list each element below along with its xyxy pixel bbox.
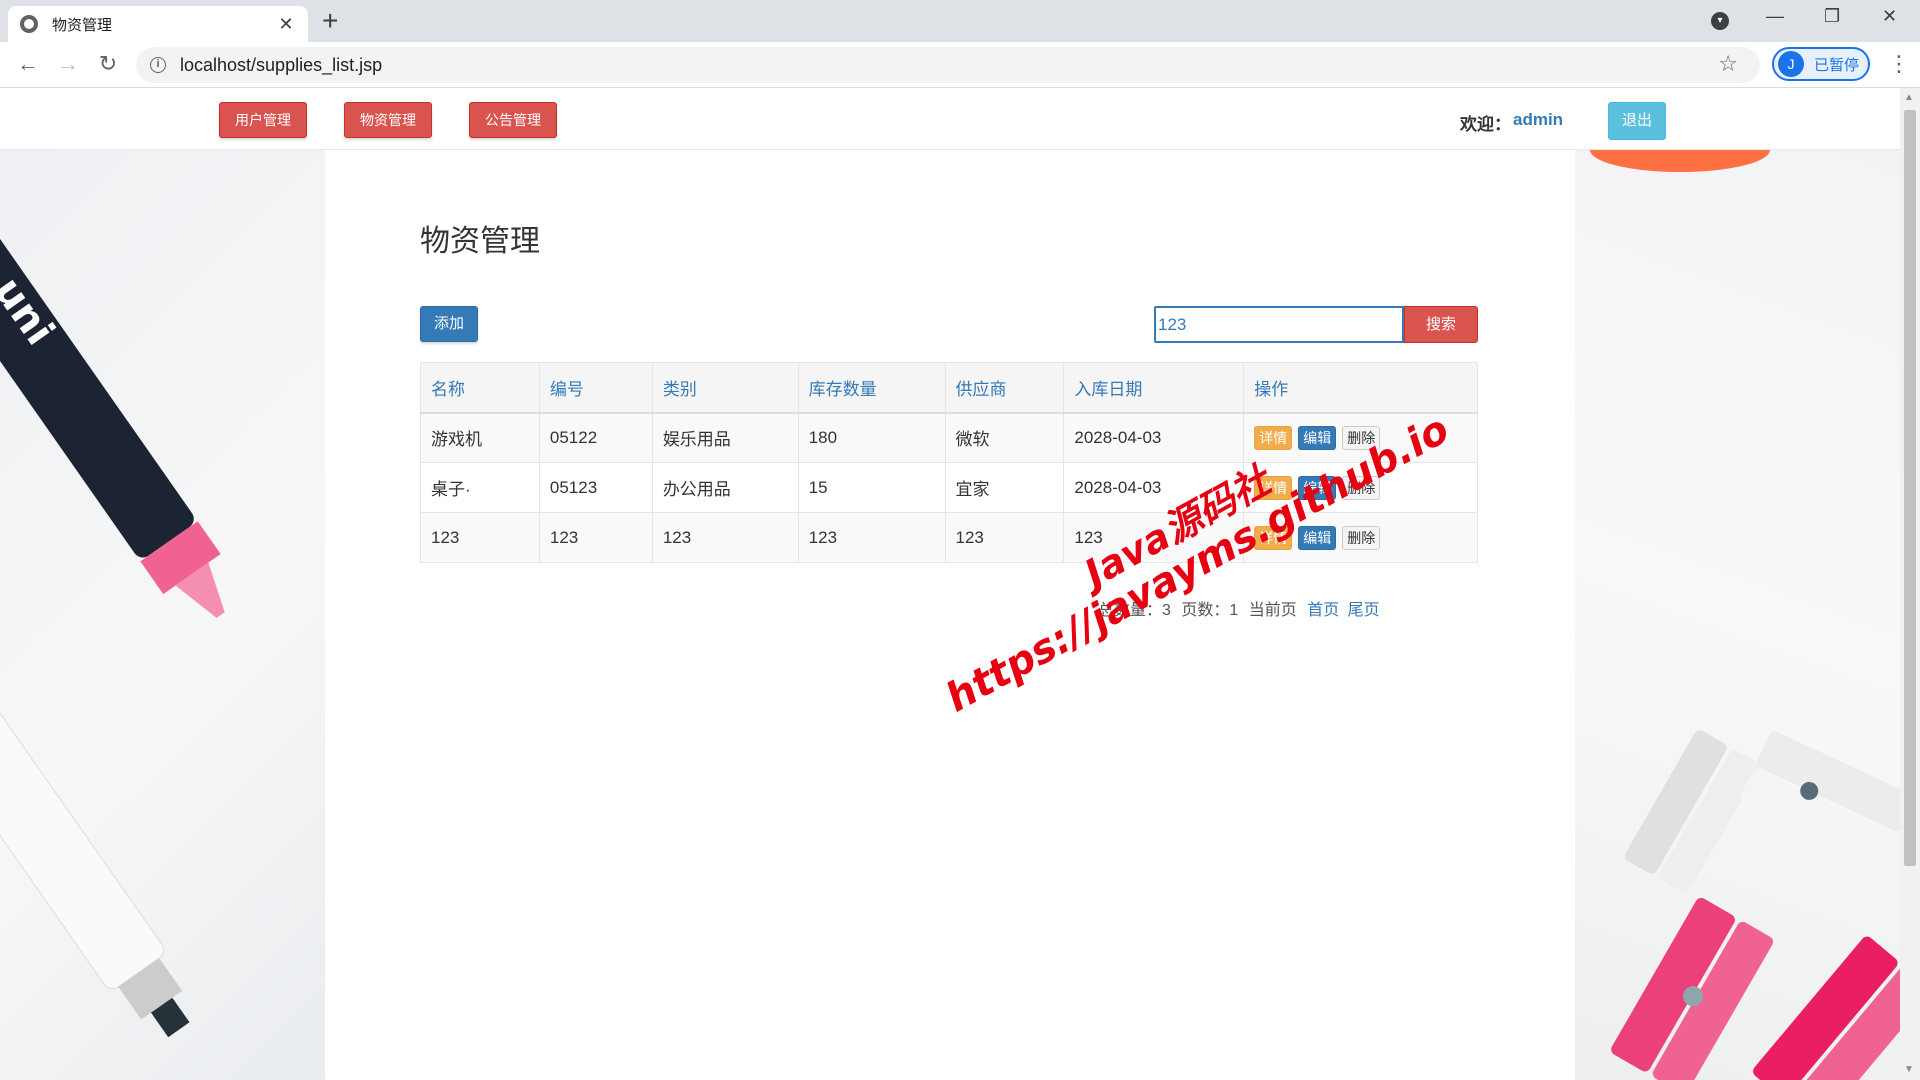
table-cell: 办公用品: [651, 462, 799, 513]
actions-cell: 详情 编辑 删除: [1243, 462, 1478, 513]
table-cell: 宜家: [944, 462, 1065, 513]
table-cell: 15: [797, 462, 946, 513]
column-header[interactable]: 操作: [1243, 362, 1478, 414]
tab-title: 物资管理: [52, 16, 113, 34]
welcome-label: 欢迎：: [1460, 115, 1511, 134]
page-count: 页数：1: [1181, 602, 1239, 619]
scroll-up-icon[interactable]: ▲: [1904, 92, 1914, 103]
browser-tab[interactable]: 物资管理 ✕: [8, 6, 308, 42]
column-header[interactable]: 名称: [420, 362, 540, 414]
table-cell: 桌子·: [420, 462, 540, 513]
table-cell: 游戏机: [420, 412, 540, 463]
scroll-down-icon[interactable]: ▼: [1904, 1064, 1914, 1075]
url-text[interactable]: localhost/supplies_list.jsp: [180, 55, 382, 76]
edit-button[interactable]: 编辑: [1298, 425, 1337, 450]
table-header-row: 名称 编号 类别 库存数量 供应商 入库日期 操作: [420, 362, 1478, 414]
total-count: 总数量：3: [1098, 602, 1171, 619]
main-content: 物资管理 添加 搜索 名称 编号 类别 库存数量 供应商 入库日期 操作: [325, 150, 1575, 1080]
column-header[interactable]: 库存数量: [797, 362, 946, 414]
table-row: 游戏机 05122 娱乐用品 180 微软 2028-04-03 详情 编辑 删除: [420, 412, 1478, 463]
forward-icon[interactable]: →: [54, 52, 82, 76]
background-image-right: [1575, 150, 1900, 1080]
add-button[interactable]: 添加: [420, 306, 478, 342]
minimize-icon[interactable]: —: [1766, 6, 1784, 27]
logout-button[interactable]: 退出: [1608, 102, 1666, 140]
username-link[interactable]: admin: [1513, 110, 1563, 130]
profile-status: 已暂停: [1814, 56, 1860, 74]
top-navbar: 用户管理 物资管理 公告管理 欢迎： admin 退出: [0, 88, 1900, 150]
scroll-thumb[interactable]: [1904, 110, 1916, 866]
info-icon[interactable]: i: [150, 57, 166, 73]
table-cell: 123: [420, 512, 540, 563]
back-icon[interactable]: ←: [14, 52, 42, 76]
page-title: 物资管理: [420, 225, 540, 258]
restore-icon[interactable]: ❐: [1824, 6, 1840, 27]
search-button[interactable]: 搜索: [1404, 306, 1478, 343]
table-cell: 2028-04-03: [1063, 412, 1245, 463]
table-cell: 123: [944, 512, 1065, 563]
current-page: 当前页: [1248, 602, 1297, 619]
column-header[interactable]: 类别: [651, 362, 799, 414]
actions-cell: 详情 编辑 删除: [1243, 512, 1478, 563]
edit-button[interactable]: 编辑: [1298, 525, 1337, 550]
star-icon[interactable]: ☆: [1718, 51, 1738, 77]
vertical-scrollbar[interactable]: ▲ ▼: [1900, 88, 1920, 1080]
table-cell: 123: [797, 512, 946, 563]
avatar: J: [1778, 51, 1804, 77]
tab-search-icon[interactable]: ▾: [1711, 12, 1729, 30]
page-viewport: uni 用户管理 物资管理 公告管理 欢迎： admin 退出 物资管理 添加 …: [0, 88, 1900, 1080]
supplies-table: 名称 编号 类别 库存数量 供应商 入库日期 操作 游戏机 05122 娱乐用品…: [420, 362, 1478, 563]
delete-button[interactable]: 删除: [1342, 525, 1381, 550]
background-image-left: uni: [0, 150, 325, 1080]
edit-button[interactable]: 编辑: [1298, 475, 1337, 500]
browser-toolbar: ← → ↻ i localhost/supplies_list.jsp ☆ J …: [0, 42, 1920, 88]
delete-button[interactable]: 删除: [1342, 475, 1381, 500]
table-cell: 123: [651, 512, 799, 563]
table-cell: 微软: [944, 412, 1065, 463]
column-header[interactable]: 入库日期: [1063, 362, 1245, 414]
first-page-link[interactable]: 首页: [1307, 602, 1339, 619]
nav-supplies-management-button[interactable]: 物资管理: [344, 102, 432, 138]
nav-user-management-button[interactable]: 用户管理: [219, 102, 307, 138]
table-row: 桌子· 05123 办公用品 15 宜家 2028-04-03 详情 编辑 删除: [420, 462, 1478, 513]
new-tab-button[interactable]: +: [322, 6, 338, 36]
table-cell: 123: [1063, 512, 1245, 563]
delete-button[interactable]: 删除: [1342, 425, 1381, 450]
table-cell: 05123: [538, 462, 653, 513]
table-cell: 123: [538, 512, 653, 563]
last-page-link[interactable]: 尾页: [1348, 602, 1380, 619]
pagination: 总数量：3 页数：1 当前页 首页 尾页: [1098, 596, 1384, 620]
detail-button[interactable]: 详情: [1254, 475, 1293, 500]
table-cell: 180: [797, 412, 946, 463]
window-close-icon[interactable]: ✕: [1882, 6, 1897, 27]
browser-tab-strip: 物资管理 ✕ + ▾ — ❐ ✕: [0, 0, 1920, 42]
reload-icon[interactable]: ↻: [94, 52, 122, 76]
tab-close-icon[interactable]: ✕: [276, 14, 296, 35]
column-header[interactable]: 编号: [538, 362, 653, 414]
table-cell: 娱乐用品: [651, 412, 799, 463]
table-cell: 05122: [538, 412, 653, 463]
table-cell: 2028-04-03: [1063, 462, 1245, 513]
search-input[interactable]: [1154, 306, 1404, 343]
profile-button[interactable]: J 已暂停: [1772, 47, 1870, 81]
column-header[interactable]: 供应商: [944, 362, 1065, 414]
globe-icon: [20, 15, 38, 33]
table-row: 123 123 123 123 123 123 详情 编辑 删除: [420, 512, 1478, 563]
clothespins-illustration: [1590, 150, 1900, 1080]
actions-cell: 详情 编辑 删除: [1243, 412, 1478, 463]
menu-icon[interactable]: ⋮: [1888, 52, 1910, 76]
detail-button[interactable]: 详情: [1254, 525, 1293, 550]
detail-button[interactable]: 详情: [1254, 425, 1293, 450]
pens-illustration: uni: [0, 181, 225, 1038]
nav-notice-management-button[interactable]: 公告管理: [469, 102, 557, 138]
address-bar[interactable]: i localhost/supplies_list.jsp ☆: [136, 47, 1760, 83]
